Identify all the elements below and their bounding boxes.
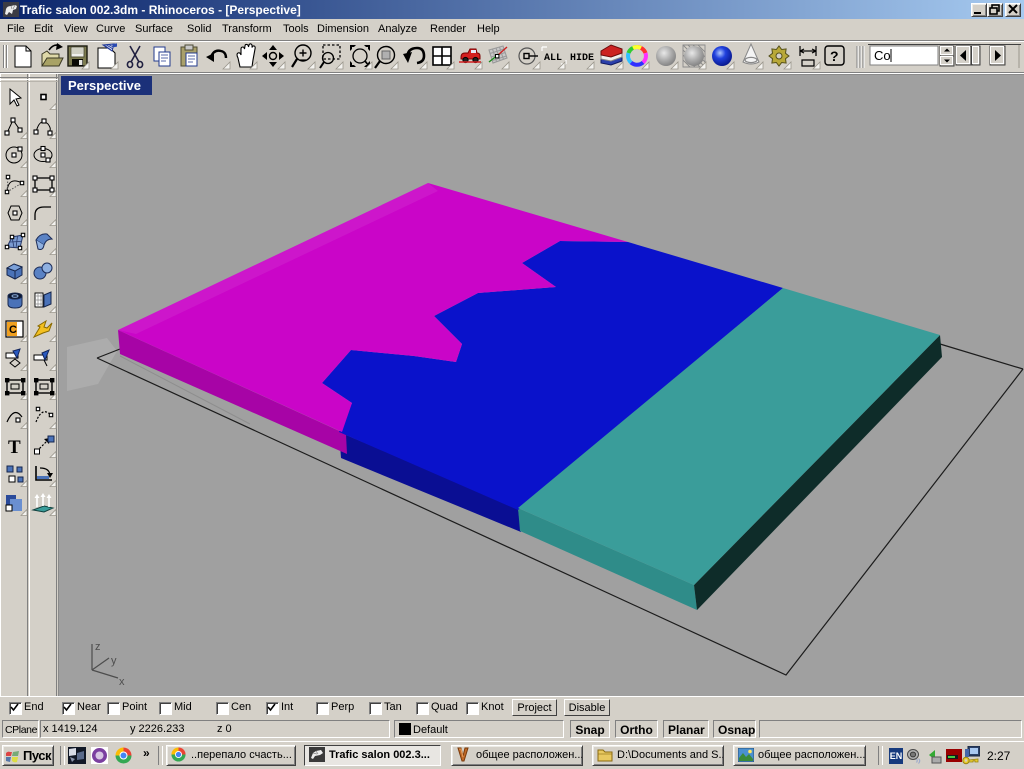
svg-text:z: z [95,641,101,653]
svg-text:C: C [9,324,17,336]
svg-text:T: T [8,437,21,458]
svg-text:Co: Co [874,48,891,63]
svg-text:x: x [119,676,125,688]
svg-text:ALL: ALL [544,53,562,64]
svg-text:?: ? [830,48,839,64]
svg-text:HIDE: HIDE [570,53,594,64]
svg-text:y: y [111,655,117,667]
